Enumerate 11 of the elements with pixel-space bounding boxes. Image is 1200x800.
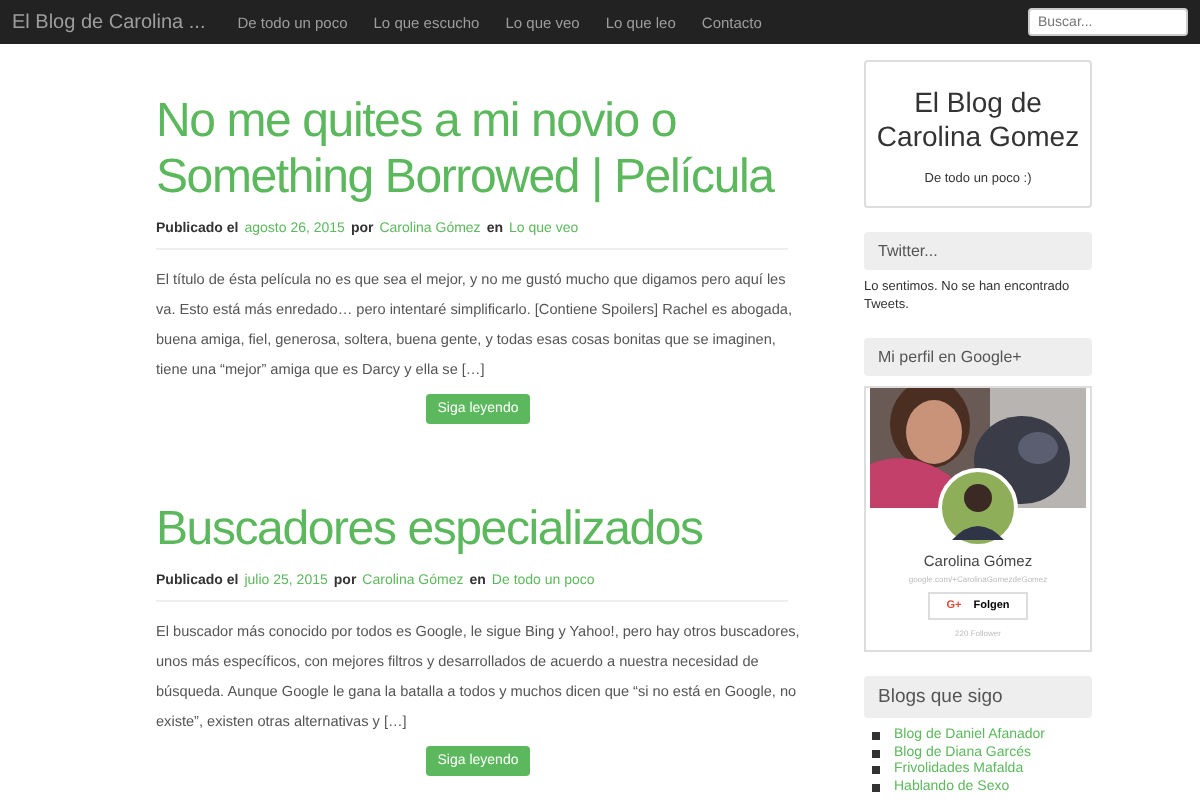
bullet-icon — [872, 749, 880, 758]
blog-title: El Blog de Carolina Gomez — [874, 86, 1082, 154]
blog-brand-link[interactable]: El Blog de Carolina ... — [12, 11, 206, 33]
post-title[interactable]: Buscadores especializados — [156, 502, 800, 558]
widget-heading: Mi perfil en Google+ — [864, 338, 1092, 376]
widget-heading: Blogs que sigo — [864, 676, 1092, 718]
bullet-icon — [872, 732, 880, 741]
bullet-icon — [872, 766, 880, 775]
widget-heading: Twitter... — [864, 232, 1092, 270]
bullet-icon — [872, 783, 880, 792]
post-title[interactable]: No me quites a mi novio o Something Borrowed | Película — [156, 94, 800, 206]
